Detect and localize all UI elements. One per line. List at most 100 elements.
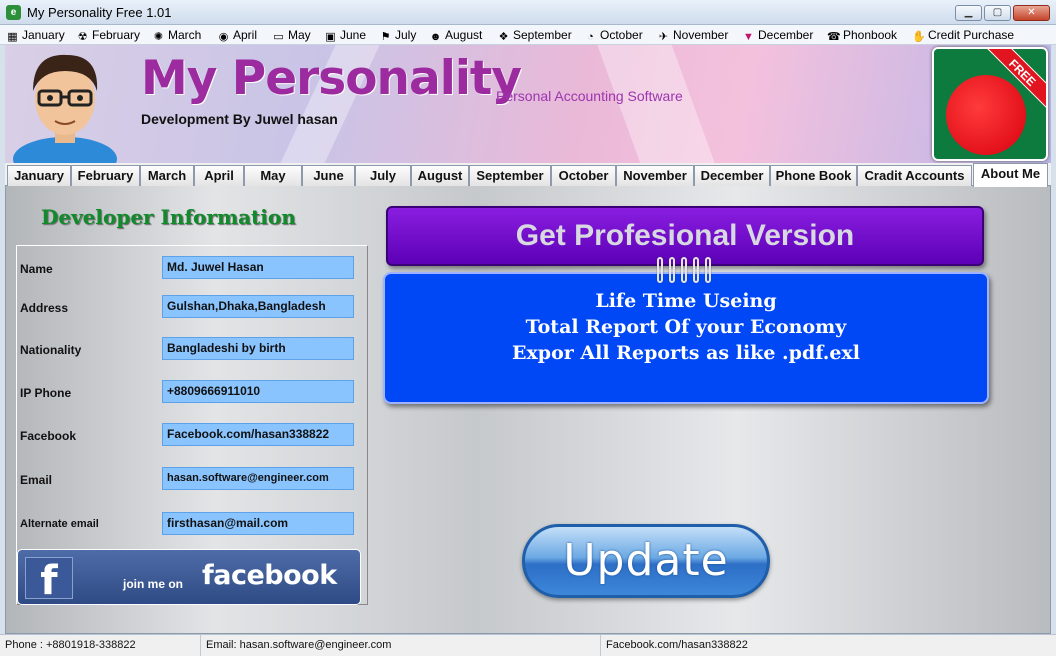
ring-icon — [693, 257, 699, 283]
developer-info-heading: Developer Information — [41, 205, 296, 229]
facebook-icon: f — [25, 557, 73, 604]
menu-bar: ▦ January ☢ February ✺ March ◉ April ▭ May ▣ J… — [0, 25, 1056, 45]
menu-item-december[interactable]: ▼ December — [742, 27, 813, 43]
status-email: Email: hasan.software@engineer.com — [201, 635, 601, 656]
status-bar: Phone : +8801918-338822 Email: hasan.sof… — [0, 634, 1056, 656]
tab-december[interactable]: December — [694, 165, 770, 186]
app-icon: e — [6, 5, 21, 20]
people-icon: ☻ — [429, 31, 442, 43]
tab-april[interactable]: April — [194, 165, 244, 186]
bangladesh-flag-icon: FREE — [932, 47, 1048, 161]
info-row-alternate-email: Alternate email firsthasan@mail.com — [17, 512, 369, 538]
tab-january[interactable]: January — [7, 165, 71, 186]
maximize-button[interactable]: ▢ — [984, 5, 1011, 21]
flag-icon: ⚑ — [380, 31, 391, 43]
info-label: Name — [20, 262, 53, 276]
ring-icon — [657, 257, 663, 283]
info-label: Address — [20, 301, 69, 315]
info-row-email: Email hasan.software@engineer.com — [17, 467, 369, 493]
brand-title: My Personality — [141, 51, 522, 106]
feature-line: Life Time Useing — [595, 290, 777, 312]
feature-line: Total Report Of your Economy — [525, 316, 847, 338]
monitor-icon: ▣ — [325, 31, 336, 43]
email-field[interactable]: hasan.software@engineer.com — [162, 467, 354, 490]
menu-item-february[interactable]: ☢ February — [76, 27, 140, 43]
info-row-nationality: Nationality Bangladeshi by birth — [17, 337, 369, 363]
info-label: Facebook — [20, 429, 77, 443]
header-banner: My Personality Personal Accounting Softw… — [5, 45, 1051, 163]
tab-cradit-accounts[interactable]: Cradit Accounts — [857, 165, 972, 186]
ring-icon — [705, 257, 711, 283]
alternate-email-field[interactable]: firsthasan@mail.com — [162, 512, 354, 535]
title-bar: e My Personality Free 1.01 ▁ ▢ ✕ — [0, 0, 1056, 25]
menu-item-july[interactable]: ⚑ July — [379, 27, 417, 43]
globe-icon: ◉ — [218, 31, 229, 43]
tab-june[interactable]: June — [302, 165, 355, 186]
menu-item-may[interactable]: ▭ May — [272, 27, 310, 43]
status-facebook: Facebook.com/hasan338822 — [606, 639, 748, 651]
nationality-field[interactable]: Bangladeshi by birth — [162, 337, 354, 360]
tab-august[interactable]: August — [411, 165, 469, 186]
feature-line: Expor All Reports as like .pdf.exl — [512, 342, 860, 364]
pie-chart-icon: ◔ — [587, 31, 594, 43]
ring-icon — [669, 257, 675, 283]
menu-item-september[interactable]: ❖ September — [497, 27, 572, 43]
month-tabs: January February March April May June Ju… — [5, 163, 1051, 187]
tab-november[interactable]: November — [616, 165, 694, 186]
update-button[interactable]: Update — [522, 524, 770, 598]
info-label: Alternate email — [20, 518, 99, 530]
close-button[interactable]: ✕ — [1013, 5, 1050, 21]
info-label: IP Phone — [20, 386, 72, 400]
phonebook-icon: ☎ — [827, 31, 841, 43]
banner-light-ray — [596, 45, 724, 163]
tab-march[interactable]: March — [140, 165, 194, 186]
info-row-name: Name Md. Juwel Hasan — [17, 256, 369, 282]
address-field[interactable]: Gulshan,Dhaka,Bangladesh — [162, 295, 354, 318]
menu-item-march[interactable]: ✺ March — [152, 27, 201, 43]
flag-red-disc — [946, 75, 1026, 155]
info-label: Nationality — [20, 343, 82, 357]
about-me-panel: Developer Information Name Md. Juwel Has… — [5, 186, 1051, 634]
developer-credit: Development By Juwel hasan — [141, 111, 338, 127]
film-reel-icon: ✺ — [153, 31, 164, 43]
window-title: My Personality Free 1.01 — [27, 5, 172, 20]
triangle-icon: ▼ — [743, 31, 754, 43]
name-field[interactable]: Md. Juwel Hasan — [162, 256, 354, 279]
network-icon: ❖ — [498, 31, 509, 43]
satellite-icon: ✈ — [658, 31, 669, 43]
join-facebook-button[interactable]: f join me on facebook — [17, 549, 361, 605]
ring-icon — [681, 257, 687, 283]
tab-july[interactable]: July — [355, 165, 411, 186]
minimize-button[interactable]: ▁ — [955, 5, 982, 21]
binder-rings — [657, 257, 711, 283]
info-row-ip-phone: IP Phone +8809666911010 — [17, 380, 369, 406]
tab-october[interactable]: October — [551, 165, 616, 186]
menu-item-june[interactable]: ▣ June — [324, 27, 366, 43]
pro-features-panel: Life Time Useing Total Report Of your Ec… — [383, 272, 989, 404]
developer-avatar — [13, 54, 117, 163]
brand-subtitle: Personal Accounting Software — [496, 88, 683, 104]
facebook-field[interactable]: Facebook.com/hasan338822 — [162, 423, 354, 446]
menu-item-october[interactable]: ◔ October — [584, 27, 643, 43]
menu-item-phonbook[interactable]: ☎ Phonbook — [827, 27, 897, 43]
menu-item-november[interactable]: ✈ November — [657, 27, 728, 43]
facebook-join-text: join me on — [123, 577, 183, 591]
tab-may[interactable]: May — [244, 165, 302, 186]
tab-about-me[interactable]: About Me — [973, 163, 1048, 187]
info-row-address: Address Gulshan,Dhaka,Bangladesh — [17, 295, 369, 321]
tab-february[interactable]: February — [71, 165, 140, 186]
info-row-facebook: Facebook Facebook.com/hasan338822 — [17, 423, 369, 449]
calendar-icon: ▦ — [7, 31, 18, 43]
menu-item-april[interactable]: ◉ April — [217, 27, 257, 43]
ip-phone-field[interactable]: +8809666911010 — [162, 380, 354, 403]
menu-item-august[interactable]: ☻ August — [429, 27, 483, 43]
radiation-icon: ☢ — [77, 31, 88, 43]
tab-phone-book[interactable]: Phone Book — [770, 165, 857, 186]
menu-item-january[interactable]: ▦ January — [6, 27, 64, 43]
tab-september[interactable]: September — [469, 165, 551, 186]
menu-item-credit-purchase[interactable]: ✋ Credit Purchase — [912, 27, 1014, 43]
laptop-icon: ▭ — [273, 31, 284, 43]
facebook-wordmark: facebook — [202, 560, 337, 591]
handshake-icon: ✋ — [912, 31, 926, 43]
status-phone: Phone : +8801918-338822 — [0, 635, 201, 656]
